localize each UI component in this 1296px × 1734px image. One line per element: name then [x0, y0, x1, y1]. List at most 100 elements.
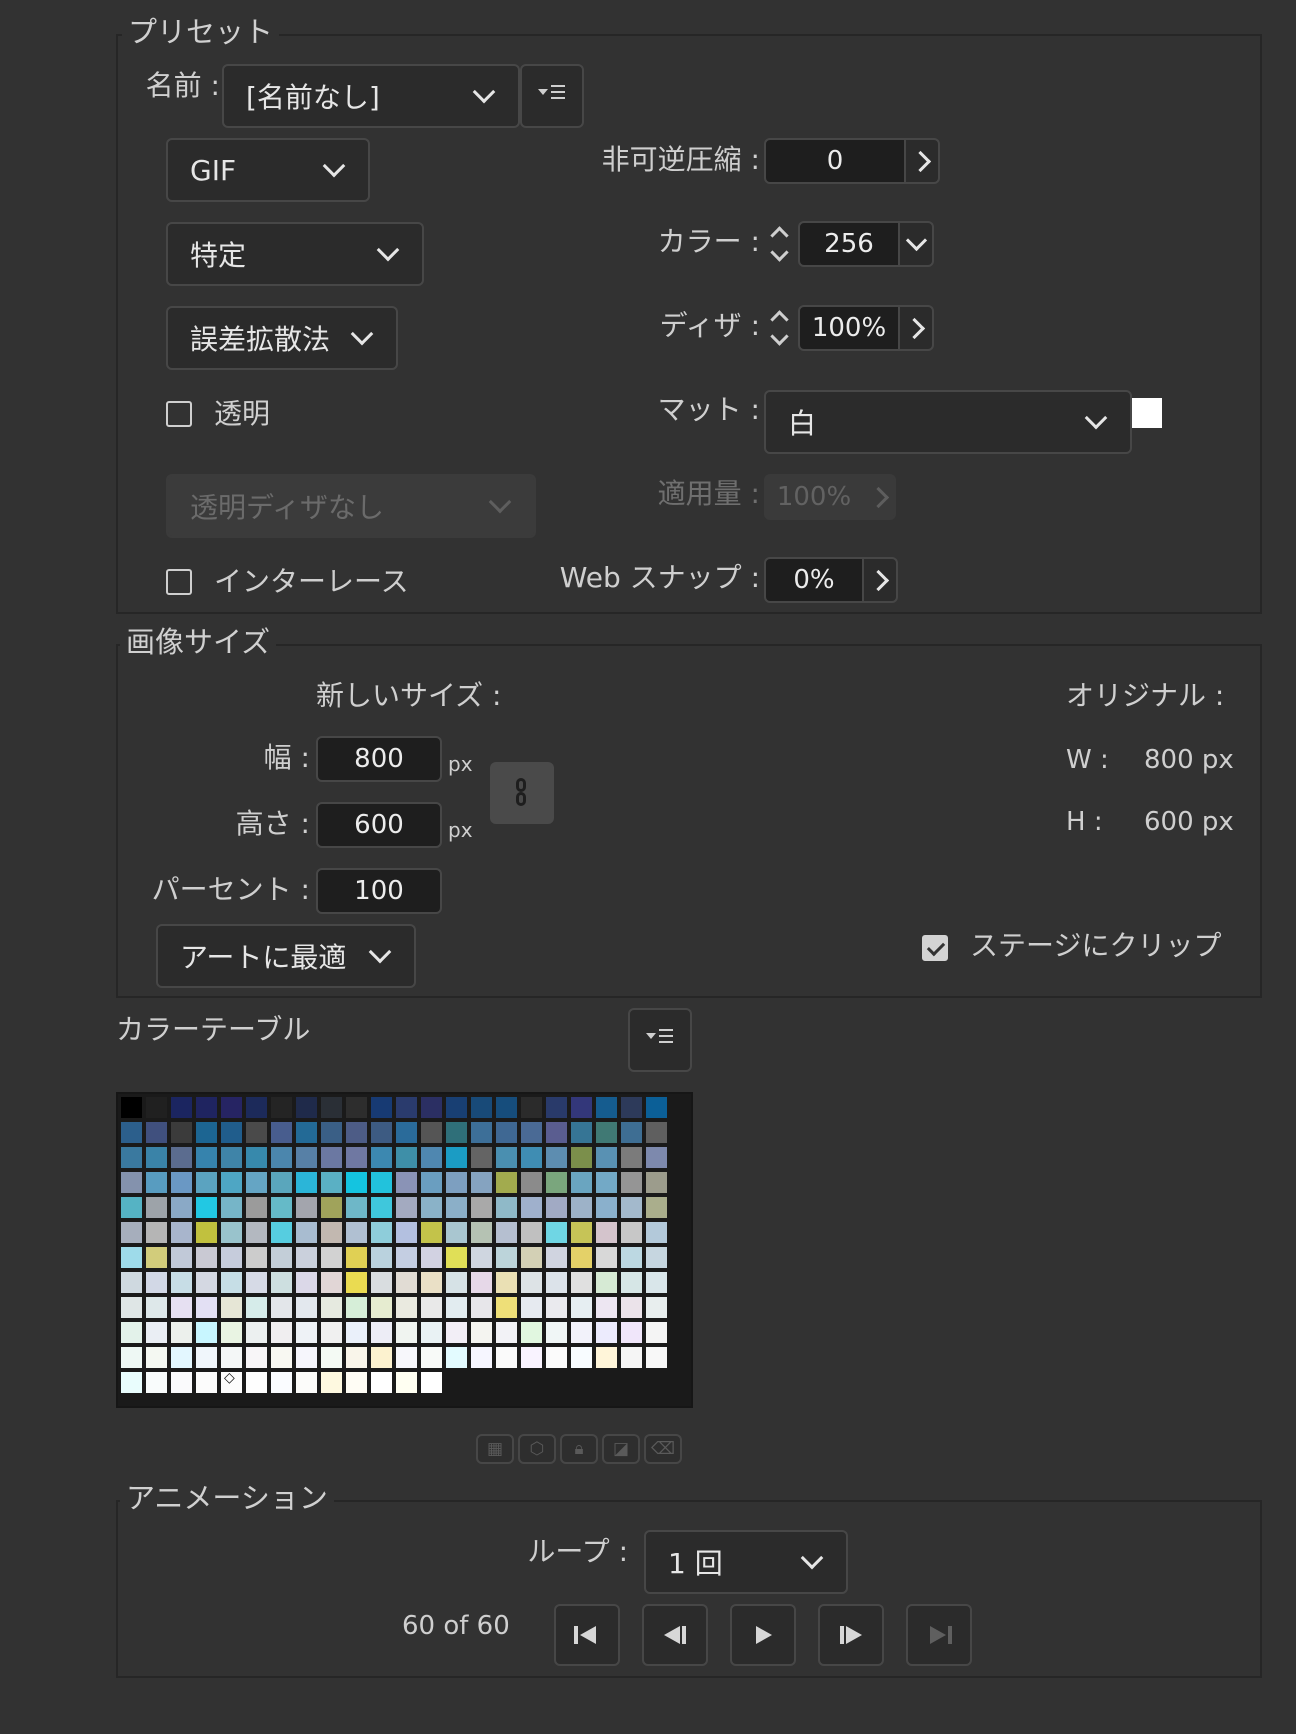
lock-color-icon[interactable]: 🔒︎ [560, 1434, 598, 1464]
play-button[interactable] [730, 1604, 796, 1666]
color-swatch[interactable] [446, 1322, 467, 1343]
web-safe-cube-icon[interactable]: ⬡ [518, 1434, 556, 1464]
color-swatch[interactable] [221, 1322, 242, 1343]
color-swatch[interactable] [271, 1172, 292, 1193]
color-swatch[interactable] [246, 1147, 267, 1168]
lossy-input[interactable]: 0 [764, 138, 906, 184]
color-swatch[interactable] [271, 1347, 292, 1368]
color-swatch[interactable] [546, 1247, 567, 1268]
color-swatch[interactable] [446, 1247, 467, 1268]
color-swatch[interactable] [371, 1172, 392, 1193]
color-swatch[interactable] [346, 1097, 367, 1118]
color-swatch[interactable] [321, 1172, 342, 1193]
color-swatch[interactable] [371, 1372, 392, 1393]
color-swatch[interactable] [596, 1322, 617, 1343]
color-swatch[interactable] [396, 1272, 417, 1293]
color-swatch[interactable] [646, 1272, 667, 1293]
color-swatch[interactable] [496, 1297, 517, 1318]
color-swatch[interactable] [146, 1122, 167, 1143]
color-swatch[interactable] [621, 1122, 642, 1143]
color-swatch[interactable] [246, 1097, 267, 1118]
color-swatch[interactable] [321, 1097, 342, 1118]
color-swatch[interactable] [421, 1297, 442, 1318]
color-swatch[interactable] [296, 1372, 317, 1393]
color-swatch[interactable] [396, 1372, 417, 1393]
color-swatch[interactable] [496, 1197, 517, 1218]
color-swatch[interactable] [346, 1247, 367, 1268]
color-swatch[interactable] [596, 1122, 617, 1143]
color-swatch[interactable] [171, 1122, 192, 1143]
color-table-grid[interactable] [116, 1092, 693, 1408]
color-swatch[interactable] [121, 1322, 142, 1343]
color-swatch[interactable] [596, 1197, 617, 1218]
color-swatch[interactable] [171, 1097, 192, 1118]
color-swatch[interactable] [271, 1147, 292, 1168]
color-swatch[interactable] [371, 1097, 392, 1118]
color-swatch[interactable] [521, 1172, 542, 1193]
color-swatch[interactable] [196, 1172, 217, 1193]
color-swatch[interactable] [296, 1222, 317, 1243]
color-swatch[interactable] [546, 1147, 567, 1168]
color-swatch[interactable] [496, 1222, 517, 1243]
color-swatch[interactable] [196, 1347, 217, 1368]
color-swatch[interactable] [196, 1197, 217, 1218]
color-swatch[interactable] [121, 1372, 142, 1393]
color-swatch[interactable] [196, 1147, 217, 1168]
color-swatch[interactable] [346, 1172, 367, 1193]
transparency-dither-dropdown[interactable]: 透明ディザなし [166, 474, 536, 538]
color-swatch[interactable] [346, 1322, 367, 1343]
preset-name-dropdown[interactable]: [名前なし] [222, 64, 520, 128]
color-swatch[interactable] [396, 1322, 417, 1343]
color-swatch[interactable] [171, 1297, 192, 1318]
fit-mode-dropdown[interactable]: アートに最適 [156, 924, 416, 988]
color-swatch[interactable] [321, 1322, 342, 1343]
color-swatch[interactable] [171, 1147, 192, 1168]
colors-stepper[interactable] [768, 222, 792, 266]
color-swatch[interactable] [621, 1297, 642, 1318]
color-swatch[interactable] [371, 1122, 392, 1143]
color-swatch[interactable] [396, 1122, 417, 1143]
color-swatch[interactable] [246, 1172, 267, 1193]
color-swatch[interactable] [321, 1197, 342, 1218]
color-swatch[interactable] [421, 1122, 442, 1143]
interlace-checkbox[interactable] [166, 569, 192, 595]
color-swatch[interactable] [146, 1147, 167, 1168]
color-swatch[interactable] [646, 1322, 667, 1343]
color-swatch[interactable] [471, 1347, 492, 1368]
color-swatch[interactable] [221, 1172, 242, 1193]
color-swatch[interactable] [521, 1322, 542, 1343]
color-swatch[interactable] [421, 1222, 442, 1243]
color-swatch[interactable] [396, 1172, 417, 1193]
color-swatch[interactable] [646, 1297, 667, 1318]
color-swatch[interactable] [396, 1222, 417, 1243]
color-swatch[interactable] [446, 1347, 467, 1368]
color-swatch[interactable] [421, 1147, 442, 1168]
color-swatch[interactable] [546, 1197, 567, 1218]
color-swatch[interactable] [521, 1272, 542, 1293]
color-swatch[interactable] [621, 1097, 642, 1118]
color-swatch[interactable] [371, 1297, 392, 1318]
color-swatch[interactable] [246, 1322, 267, 1343]
color-swatch[interactable] [571, 1222, 592, 1243]
color-swatch[interactable] [171, 1272, 192, 1293]
color-swatch[interactable] [321, 1222, 342, 1243]
color-swatch[interactable] [271, 1222, 292, 1243]
color-swatch[interactable] [621, 1347, 642, 1368]
color-swatch[interactable] [446, 1222, 467, 1243]
color-swatch[interactable] [621, 1272, 642, 1293]
color-swatch[interactable] [196, 1122, 217, 1143]
color-swatch[interactable] [596, 1272, 617, 1293]
color-swatch[interactable] [346, 1372, 367, 1393]
color-swatch[interactable] [596, 1297, 617, 1318]
color-swatch[interactable] [121, 1172, 142, 1193]
color-swatch[interactable] [421, 1322, 442, 1343]
color-swatch[interactable] [121, 1297, 142, 1318]
color-swatch[interactable] [521, 1347, 542, 1368]
color-swatch[interactable] [121, 1247, 142, 1268]
color-swatch[interactable] [221, 1222, 242, 1243]
lossy-slider-button[interactable] [904, 138, 940, 184]
color-swatch[interactable] [371, 1222, 392, 1243]
color-swatch[interactable] [396, 1147, 417, 1168]
color-swatch[interactable] [496, 1247, 517, 1268]
color-swatch[interactable] [146, 1272, 167, 1293]
